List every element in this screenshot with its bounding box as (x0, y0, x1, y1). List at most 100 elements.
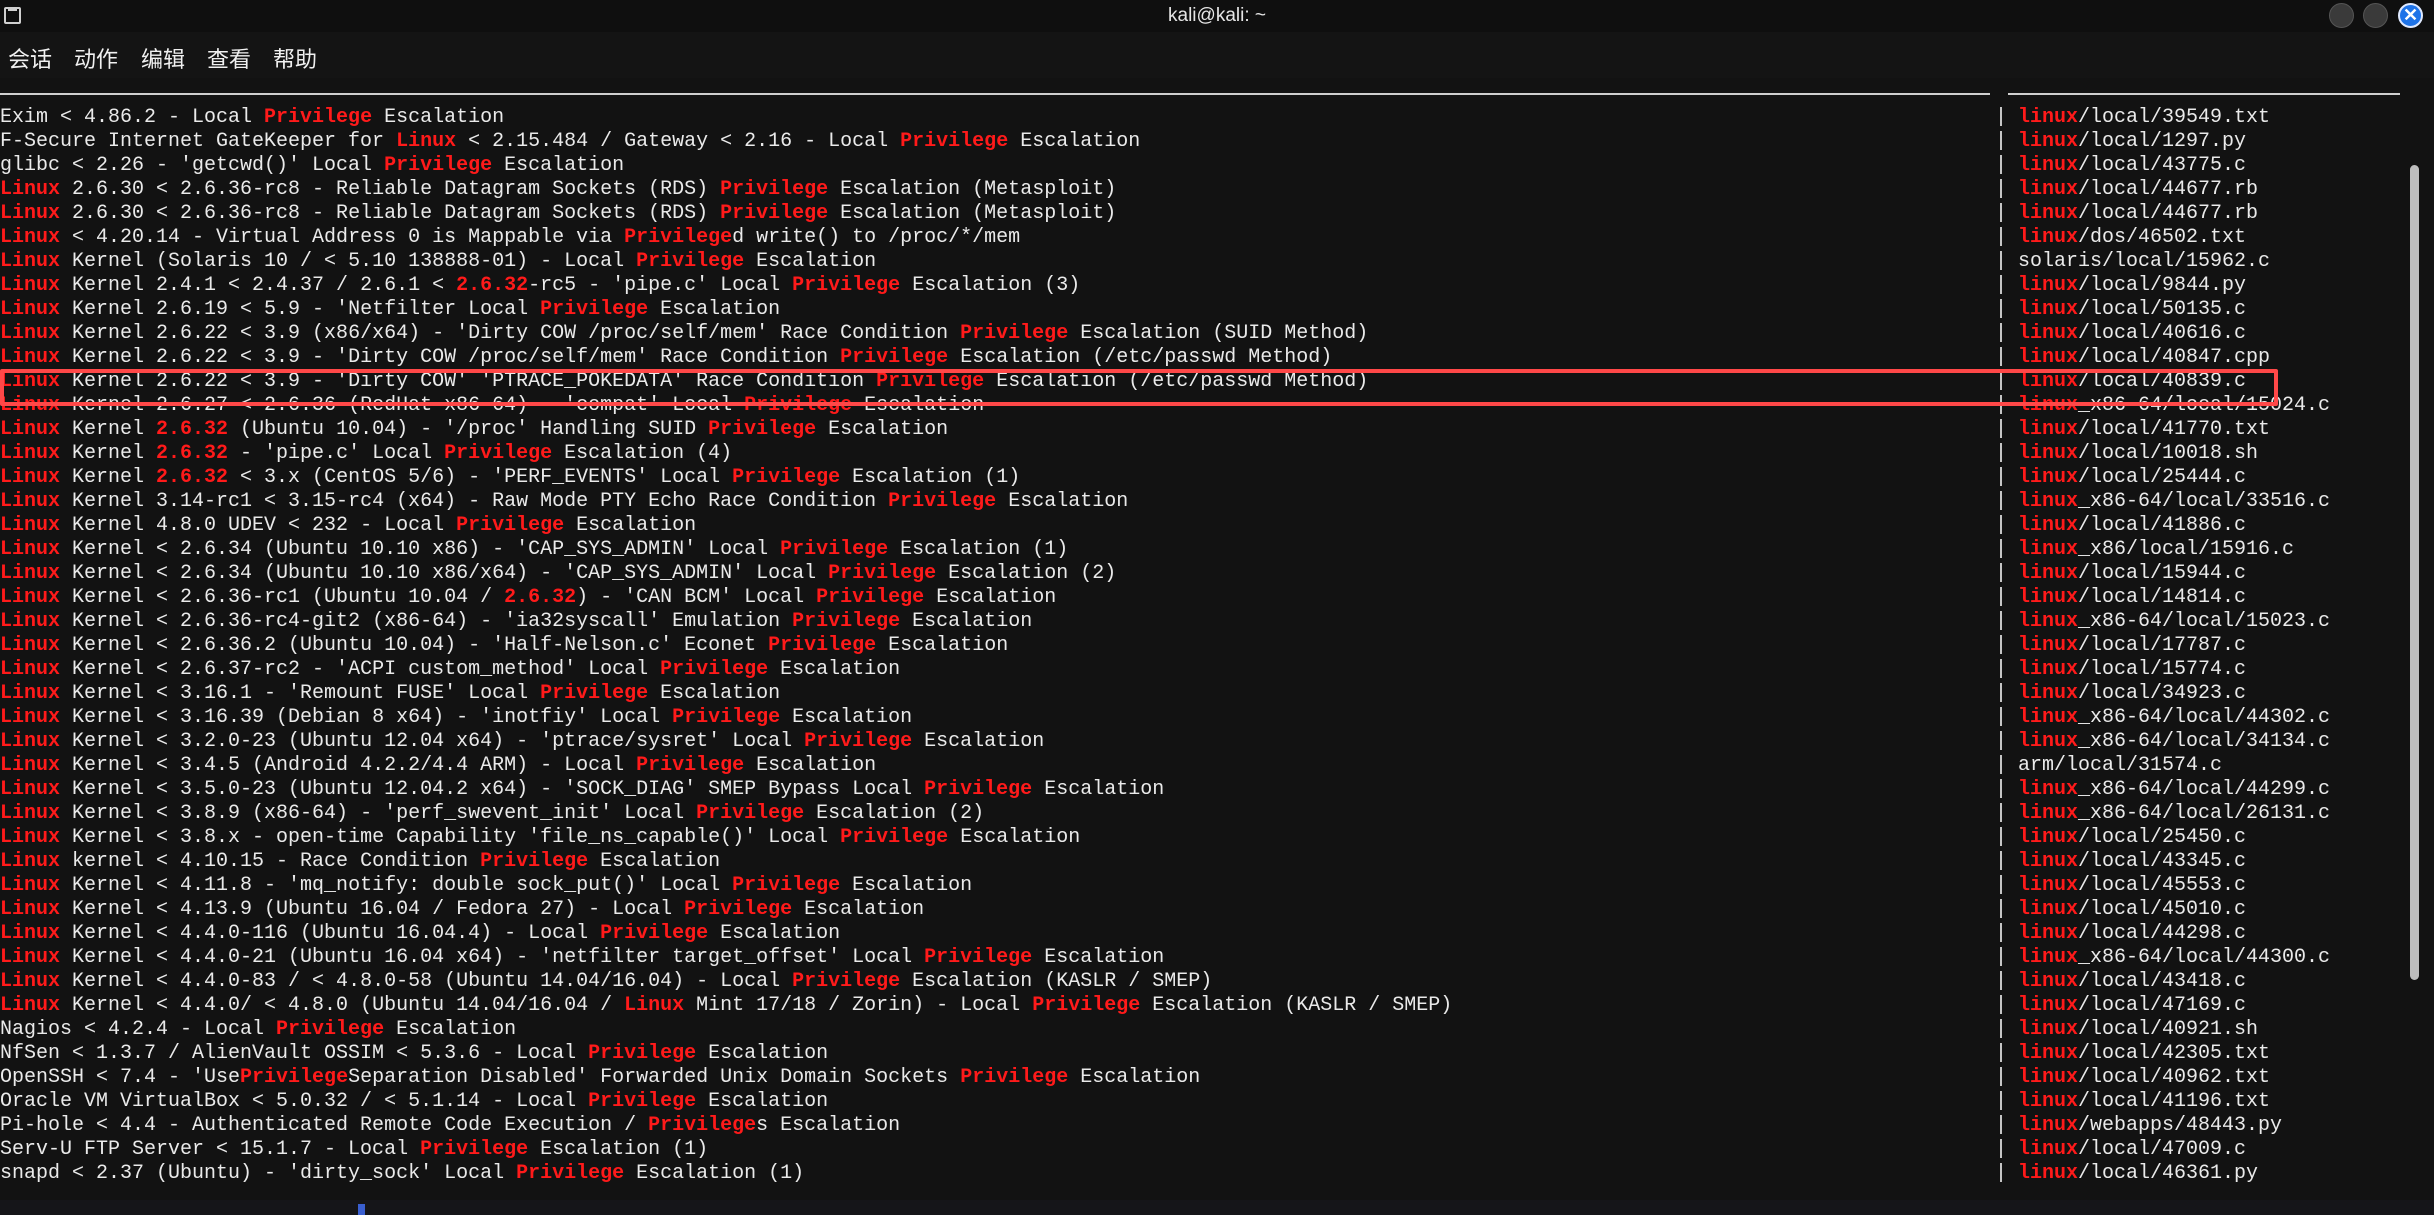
exploit-title: glibc < 2.26 - 'getcwd()' Local Privileg… (0, 154, 625, 177)
exploit-path: linux/local/25444.c (2018, 466, 2247, 489)
exploit-path: linux/local/9844.py (2018, 274, 2247, 297)
menu-help[interactable]: 帮助 (273, 42, 317, 74)
exploit-title: Linux Kernel 2.6.19 < 5.9 - 'Netfilter L… (0, 298, 781, 321)
search-match-highlight: linux (2018, 946, 2079, 969)
separator-char: | (1995, 658, 2008, 681)
exploit-title: Linux Kernel 2.6.32 < 3.x (CentOS 5/6) -… (0, 466, 1021, 489)
separator-char: | (1995, 1090, 2008, 1113)
search-match-highlight: Privilege (624, 226, 733, 249)
search-match-highlight: Privilege (732, 874, 841, 897)
exploit-path: linux_x86/local/15916.c (2018, 538, 2295, 561)
search-match-highlight: Privilege (720, 202, 829, 225)
search-match-highlight: Privilege (792, 610, 901, 633)
search-match-highlight: linux (2018, 730, 2079, 753)
search-match-highlight: Privilege (900, 130, 1009, 153)
separator-char: | (1995, 418, 2008, 441)
search-match-highlight: linux (2018, 1042, 2079, 1065)
exploit-path: linux/local/43775.c (2018, 154, 2247, 177)
exploit-path: linux/local/40616.c (2018, 322, 2247, 345)
search-match-highlight: linux (2018, 778, 2079, 801)
search-match-highlight: linux (2018, 1114, 2079, 1137)
separator-char: | (1995, 898, 2008, 921)
exploit-title: Linux Kernel 2.6.22 < 3.9 - 'Dirty COW /… (0, 346, 1333, 369)
exploit-path: linux/local/40962.txt (2018, 1066, 2271, 1089)
exploit-title: Exim < 4.86.2 - Local Privilege Escalati… (0, 106, 505, 129)
exploit-path: linux/local/41886.c (2018, 514, 2247, 537)
exploit-title: Linux Kernel 2.6.32 (Ubuntu 10.04) - '/p… (0, 418, 949, 441)
search-match-highlight: Privilege (540, 682, 649, 705)
exploit-title: Linux Kernel < 2.6.34 (Ubuntu 10.10 x86/… (0, 562, 1117, 585)
menu-session[interactable]: 会话 (8, 42, 52, 74)
separator-char: | (1995, 994, 2008, 1017)
search-match-highlight: Linux (0, 754, 61, 777)
exploit-path: linux/local/39549.txt (2018, 106, 2271, 129)
separator-char: | (1995, 778, 2008, 801)
search-match-highlight: Linux (0, 850, 61, 873)
separator-char: | (1995, 586, 2008, 609)
minimize-button[interactable] (2329, 3, 2354, 28)
separator-char: | (1995, 154, 2008, 177)
separator-char: | (1995, 562, 2008, 585)
search-match-highlight: Linux (0, 682, 61, 705)
search-match-highlight: 2.6.32 (156, 418, 229, 441)
exploit-title: Linux Kernel < 3.16.1 - 'Remount FUSE' L… (0, 682, 781, 705)
search-match-highlight: linux (2018, 898, 2079, 921)
search-match-highlight: Privilege (420, 1138, 529, 1161)
separator-char: | (1995, 178, 2008, 201)
menu-actions[interactable]: 动作 (74, 42, 118, 74)
exploit-path: linux/local/50135.c (2018, 298, 2247, 321)
search-match-highlight: Linux (0, 706, 61, 729)
exploit-title: Linux Kernel < 2.6.36-rc1 (Ubuntu 10.04 … (0, 586, 1057, 609)
exploit-title: Linux Kernel 2.6.22 < 3.9 (x86/x64) - 'D… (0, 322, 1369, 345)
exploit-title: F-Secure Internet GateKeeper for Linux <… (0, 130, 1141, 153)
search-match-highlight: Privilege (588, 1042, 697, 1065)
search-match-highlight: Privilege (600, 922, 709, 945)
search-match-highlight: Linux (0, 250, 61, 273)
search-match-highlight: Privilege (636, 250, 745, 273)
exploit-title: NfSen < 1.3.7 / AlienVault OSSIM < 5.3.6… (0, 1042, 829, 1065)
search-match-highlight: linux (2018, 346, 2079, 369)
search-match-highlight: Privilege (840, 346, 949, 369)
menu-view[interactable]: 查看 (207, 42, 251, 74)
exploit-path: linux/local/15944.c (2018, 562, 2247, 585)
scrollbar[interactable] (2410, 165, 2419, 980)
search-match-highlight: Linux (0, 298, 61, 321)
search-match-highlight: Linux (0, 346, 61, 369)
separator-char: | (1995, 706, 2008, 729)
search-match-highlight: linux (2018, 418, 2079, 441)
search-match-highlight: 2.6.32 (156, 466, 229, 489)
title-column-rule (0, 93, 1990, 95)
search-match-highlight: linux (2018, 130, 2079, 153)
exploit-title: Linux Kernel < 4.4.0-21 (Ubuntu 16.04 x6… (0, 946, 1165, 969)
search-match-highlight: Privilege (816, 586, 925, 609)
search-match-highlight: Linux (0, 802, 61, 825)
search-match-highlight: linux (2018, 322, 2079, 345)
exploit-title: Linux < 4.20.14 - Virtual Address 0 is M… (0, 226, 1021, 249)
column-separator: | | | | | | | | | | | | | | | | | | | | | | | | | | | | | | | | | | | | | | | |… (1995, 106, 2007, 1186)
search-match-highlight: Privilege (708, 418, 817, 441)
search-match-highlight: linux (2018, 538, 2079, 561)
exploit-path: linux/local/41770.txt (2018, 418, 2271, 441)
search-match-highlight: linux (2018, 586, 2079, 609)
exploit-path: linux/local/47169.c (2018, 994, 2247, 1017)
search-match-highlight: linux (2018, 1066, 2079, 1089)
exploit-path: linux_x86-64/local/15023.c (2018, 610, 2331, 633)
search-match-highlight: Privilege (888, 490, 997, 513)
separator-char: | (1995, 1162, 2008, 1185)
search-match-highlight: Linux (0, 322, 61, 345)
taskbar-strip (0, 1200, 2434, 1215)
search-match-highlight: Privilege (792, 274, 901, 297)
search-match-highlight: Linux (0, 994, 61, 1017)
selection-highlight-box (0, 369, 2278, 406)
separator-char: | (1995, 106, 2008, 129)
menu-edit[interactable]: 编辑 (141, 42, 185, 74)
search-match-highlight: linux (2018, 802, 2079, 825)
close-button[interactable]: ✕ (2398, 3, 2423, 28)
search-match-highlight: Linux (0, 898, 61, 921)
separator-char: | (1995, 538, 2008, 561)
maximize-button[interactable] (2363, 3, 2388, 28)
search-match-highlight: Linux (0, 466, 61, 489)
search-match-highlight: linux (2018, 922, 2079, 945)
exploit-path: linux/local/40921.sh (2018, 1018, 2259, 1041)
search-match-highlight: 2.6.32 (456, 274, 529, 297)
